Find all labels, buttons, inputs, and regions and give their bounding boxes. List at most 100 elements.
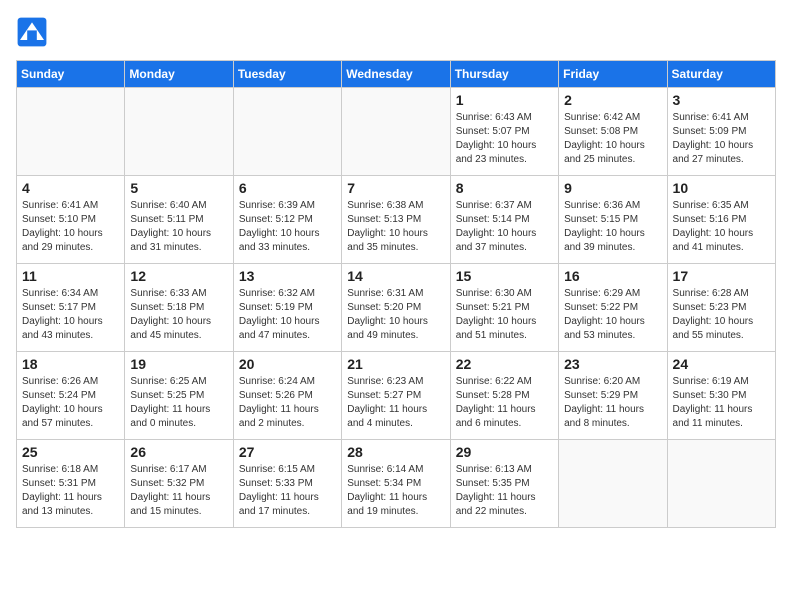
day-number: 16 [564,268,661,284]
calendar-cell [17,88,125,176]
day-info: Sunrise: 6:18 AM Sunset: 5:31 PM Dayligh… [22,463,119,519]
column-header-saturday: Saturday [667,61,775,88]
day-info: Sunrise: 6:24 AM Sunset: 5:26 PM Dayligh… [239,375,336,431]
calendar-table: SundayMondayTuesdayWednesdayThursdayFrid… [16,60,776,528]
day-number: 6 [239,180,336,196]
calendar-cell [342,88,450,176]
day-info: Sunrise: 6:26 AM Sunset: 5:24 PM Dayligh… [22,375,119,431]
day-number: 26 [130,444,227,460]
week-row-2: 4 Sunrise: 6:41 AM Sunset: 5:10 PM Daylig… [17,176,776,264]
calendar-cell: 22Sunrise: 6:22 AM Sunset: 5:28 PM Dayli… [450,352,558,440]
calendar-cell: 14 Sunrise: 6:31 AM Sunset: 5:20 PM Dayli… [342,264,450,352]
day-number: 27 [239,444,336,460]
calendar-cell: 9 Sunrise: 6:36 AM Sunset: 5:15 PM Daylig… [559,176,667,264]
day-number: 14 [347,268,444,284]
day-number: 17 [673,268,770,284]
day-number: 11 [22,268,119,284]
calendar-cell: 12 Sunrise: 6:33 AM Sunset: 5:18 PM Dayli… [125,264,233,352]
day-number: 1 [456,92,553,108]
day-number: 24 [673,356,770,372]
day-info: Sunrise: 6:25 AM Sunset: 5:25 PM Dayligh… [130,375,227,431]
day-info: Sunrise: 6:36 AM Sunset: 5:15 PM Dayligh… [564,199,661,255]
day-info: Sunrise: 6:39 AM Sunset: 5:12 PM Dayligh… [239,199,336,255]
day-info: Sunrise: 6:19 AM Sunset: 5:30 PM Dayligh… [673,375,770,431]
calendar-cell: 28Sunrise: 6:14 AM Sunset: 5:34 PM Dayli… [342,440,450,528]
day-info: Sunrise: 6:22 AM Sunset: 5:28 PM Dayligh… [456,375,553,431]
calendar-cell [667,440,775,528]
calendar-cell: 26 Sunrise: 6:17 AM Sunset: 5:32 PM Dayli… [125,440,233,528]
calendar-cell: 23 Sunrise: 6:20 AM Sunset: 5:29 PM Dayli… [559,352,667,440]
day-number: 19 [130,356,227,372]
day-number: 10 [673,180,770,196]
calendar-cell: 7Sunrise: 6:38 AM Sunset: 5:13 PM Daylig… [342,176,450,264]
day-number: 4 [22,180,119,196]
day-info: Sunrise: 6:34 AM Sunset: 5:17 PM Dayligh… [22,287,119,343]
calendar-cell: 1 Sunrise: 6:43 AM Sunset: 5:07 PM Daylig… [450,88,558,176]
calendar-cell: 20 Sunrise: 6:24 AM Sunset: 5:26 PM Dayli… [233,352,341,440]
day-info: Sunrise: 6:31 AM Sunset: 5:20 PM Dayligh… [347,287,444,343]
day-info: Sunrise: 6:38 AM Sunset: 5:13 PM Dayligh… [347,199,444,255]
calendar-cell: 3Sunrise: 6:41 AM Sunset: 5:09 PM Daylig… [667,88,775,176]
calendar-cell: 13 Sunrise: 6:32 AM Sunset: 5:19 PM Dayli… [233,264,341,352]
day-number: 23 [564,356,661,372]
day-info: Sunrise: 6:35 AM Sunset: 5:16 PM Dayligh… [673,199,770,255]
day-number: 20 [239,356,336,372]
day-number: 13 [239,268,336,284]
day-number: 21 [347,356,444,372]
calendar-cell: 19 Sunrise: 6:25 AM Sunset: 5:25 PM Dayli… [125,352,233,440]
calendar-cell: 16 Sunrise: 6:29 AM Sunset: 5:22 PM Dayli… [559,264,667,352]
day-number: 3 [673,92,770,108]
day-number: 2 [564,92,661,108]
day-number: 29 [456,444,553,460]
column-header-tuesday: Tuesday [233,61,341,88]
day-info: Sunrise: 6:41 AM Sunset: 5:10 PM Dayligh… [22,199,119,255]
column-header-monday: Monday [125,61,233,88]
calendar-cell: 15 Sunrise: 6:30 AM Sunset: 5:21 PM Dayli… [450,264,558,352]
calendar-cell: 27 Sunrise: 6:15 AM Sunset: 5:33 PM Dayli… [233,440,341,528]
day-number: 18 [22,356,119,372]
calendar-cell: 24 Sunrise: 6:19 AM Sunset: 5:30 PM Dayli… [667,352,775,440]
calendar-cell [125,88,233,176]
day-info: Sunrise: 6:33 AM Sunset: 5:18 PM Dayligh… [130,287,227,343]
day-number: 28 [347,444,444,460]
column-header-wednesday: Wednesday [342,61,450,88]
calendar-cell: 18 Sunrise: 6:26 AM Sunset: 5:24 PM Dayli… [17,352,125,440]
column-header-thursday: Thursday [450,61,558,88]
day-info: Sunrise: 6:20 AM Sunset: 5:29 PM Dayligh… [564,375,661,431]
week-row-1: 1 Sunrise: 6:43 AM Sunset: 5:07 PM Daylig… [17,88,776,176]
day-number: 25 [22,444,119,460]
day-number: 15 [456,268,553,284]
day-info: Sunrise: 6:32 AM Sunset: 5:19 PM Dayligh… [239,287,336,343]
day-info: Sunrise: 6:40 AM Sunset: 5:11 PM Dayligh… [130,199,227,255]
calendar-cell: 5 Sunrise: 6:40 AM Sunset: 5:11 PM Daylig… [125,176,233,264]
day-number: 8 [456,180,553,196]
column-header-sunday: Sunday [17,61,125,88]
week-row-4: 18 Sunrise: 6:26 AM Sunset: 5:24 PM Dayli… [17,352,776,440]
column-header-friday: Friday [559,61,667,88]
calendar-cell: 17Sunrise: 6:28 AM Sunset: 5:23 PM Dayli… [667,264,775,352]
day-info: Sunrise: 6:42 AM Sunset: 5:08 PM Dayligh… [564,111,661,167]
calendar-cell: 25 Sunrise: 6:18 AM Sunset: 5:31 PM Dayli… [17,440,125,528]
day-info: Sunrise: 6:30 AM Sunset: 5:21 PM Dayligh… [456,287,553,343]
week-row-5: 25 Sunrise: 6:18 AM Sunset: 5:31 PM Dayli… [17,440,776,528]
day-number: 12 [130,268,227,284]
logo-icon [16,16,48,48]
day-info: Sunrise: 6:23 AM Sunset: 5:27 PM Dayligh… [347,375,444,431]
calendar-cell: 11 Sunrise: 6:34 AM Sunset: 5:17 PM Dayli… [17,264,125,352]
calendar-cell [233,88,341,176]
calendar-cell: 29 Sunrise: 6:13 AM Sunset: 5:35 PM Dayli… [450,440,558,528]
day-number: 9 [564,180,661,196]
day-info: Sunrise: 6:29 AM Sunset: 5:22 PM Dayligh… [564,287,661,343]
day-info: Sunrise: 6:37 AM Sunset: 5:14 PM Dayligh… [456,199,553,255]
calendar-cell: 6 Sunrise: 6:39 AM Sunset: 5:12 PM Daylig… [233,176,341,264]
day-info: Sunrise: 6:13 AM Sunset: 5:35 PM Dayligh… [456,463,553,519]
calendar-cell: 10 Sunrise: 6:35 AM Sunset: 5:16 PM Dayli… [667,176,775,264]
logo [16,16,54,48]
day-info: Sunrise: 6:17 AM Sunset: 5:32 PM Dayligh… [130,463,227,519]
day-info: Sunrise: 6:15 AM Sunset: 5:33 PM Dayligh… [239,463,336,519]
calendar-cell: 8 Sunrise: 6:37 AM Sunset: 5:14 PM Daylig… [450,176,558,264]
calendar-cell: 4 Sunrise: 6:41 AM Sunset: 5:10 PM Daylig… [17,176,125,264]
header [16,16,776,48]
day-number: 5 [130,180,227,196]
day-info: Sunrise: 6:43 AM Sunset: 5:07 PM Dayligh… [456,111,553,167]
